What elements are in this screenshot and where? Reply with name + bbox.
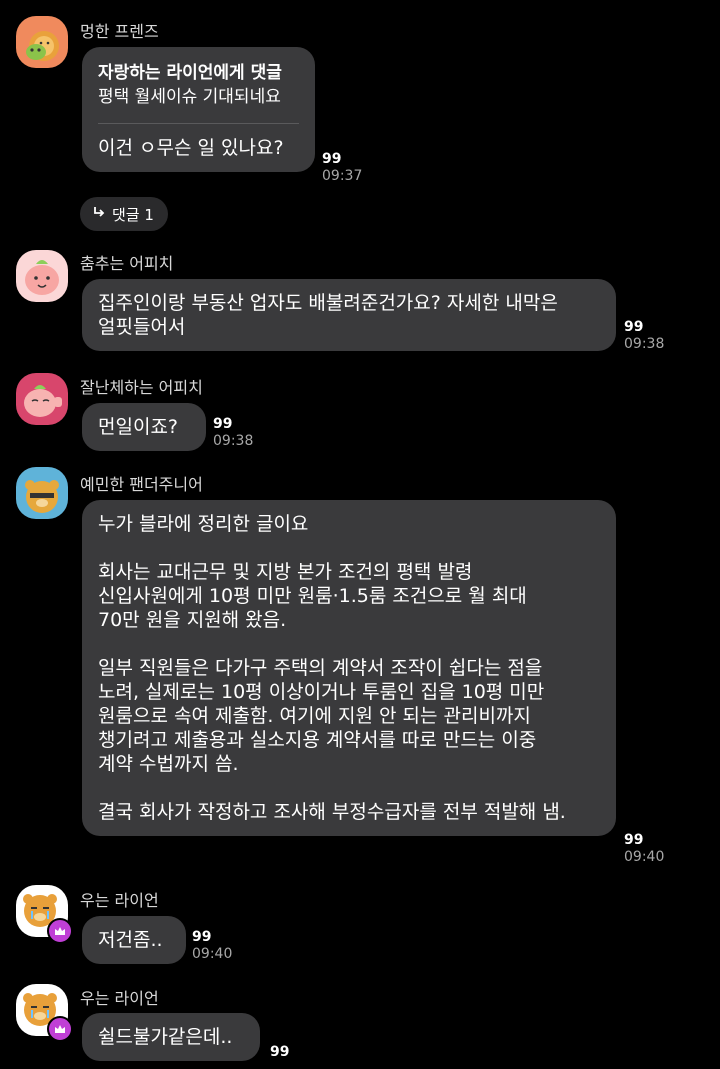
reply-divider bbox=[98, 123, 299, 124]
profile-avatar[interactable] bbox=[16, 16, 68, 68]
lion-muji-avatar-icon bbox=[16, 16, 68, 68]
sender-name: 우는 라이언 bbox=[80, 891, 159, 910]
apeach-avatar-icon bbox=[16, 250, 68, 302]
message-line: 일부 직원들은 다가구 주택의 계약서 조작이 쉽다는 점을 bbox=[98, 657, 543, 679]
message-line: 집주인이랑 부동산 업자도 배불려준건가요? 자세한 내막은 bbox=[98, 292, 558, 314]
message-meta: 99 09:37 bbox=[322, 151, 362, 185]
unread-count: 99 bbox=[192, 929, 212, 945]
message-meta: 99 09:38 bbox=[213, 416, 253, 450]
reply-arrow-icon bbox=[92, 205, 106, 223]
message-meta: 99 09:38 bbox=[624, 319, 664, 353]
reply-quote: 평택 월세이슈 기대되네요 bbox=[98, 87, 281, 107]
message-line: 먼일이죠? bbox=[98, 416, 179, 438]
message-meta: 99 09:40 bbox=[624, 832, 664, 866]
message-time: 09:40 bbox=[624, 849, 665, 865]
message-bubble[interactable]: 집주인이랑 부동산 업자도 배불려준건가요? 자세한 내막은 얼핏들어서 bbox=[82, 279, 616, 351]
message-meta: 99 bbox=[270, 1044, 289, 1061]
message-line: 70만 원을 지원해 왔음. bbox=[98, 609, 287, 631]
message-line: 얼핏들어서 bbox=[98, 316, 186, 338]
unread-count: 99 bbox=[213, 416, 233, 432]
message-line: 챙기려고 제출용과 실소지용 계약서를 따로 만드는 이중 bbox=[98, 729, 537, 751]
unread-count: 99 bbox=[322, 151, 342, 167]
message-bubble[interactable]: 자랑하는 라이언에게 댓글 평택 월세이슈 기대되네요 이건 ㅇ무슨 일 있나요… bbox=[82, 47, 315, 172]
message-line: 결국 회사가 작정하고 조사해 부정수급자를 전부 적발해 냄. bbox=[98, 801, 566, 823]
message-bubble[interactable]: 누가 블라에 정리한 글이요 회사는 교대근무 및 지방 본가 조건의 평택 발… bbox=[82, 500, 616, 836]
apeach-smug-avatar-icon bbox=[16, 373, 68, 425]
thread-reply-button[interactable]: 댓글 1 bbox=[80, 197, 168, 231]
sender-name: 우는 라이언 bbox=[80, 989, 159, 1008]
message-line: 계약 수법까지 씀. bbox=[98, 753, 239, 775]
sender-name: 잘난체하는 어피치 bbox=[80, 378, 203, 397]
profile-avatar[interactable] bbox=[16, 467, 68, 519]
message-line: 노려, 실제로는 10평 이상이거나 투룸인 집을 10평 미만 bbox=[98, 681, 545, 703]
message-line: 회사는 교대근무 및 지방 본가 조건의 평택 발령 bbox=[98, 561, 473, 583]
crown-badge-icon bbox=[47, 918, 73, 944]
message-line: 신입사원에게 10평 미만 원룸·1.5룸 조건으로 월 최대 bbox=[98, 585, 527, 607]
message-time: 09:40 bbox=[192, 946, 233, 962]
sender-name: 예민한 팬더주니어 bbox=[80, 475, 203, 494]
message-meta: 99 09:40 bbox=[192, 929, 232, 963]
message-bubble[interactable]: 저건좀.. bbox=[82, 916, 186, 964]
message-text: 이건 ㅇ무슨 일 있나요? bbox=[98, 137, 284, 159]
unread-count: 99 bbox=[624, 319, 644, 335]
sender-name: 멍한 프렌즈 bbox=[80, 22, 159, 41]
message-line: 쉴드불가같은데.. bbox=[98, 1026, 233, 1048]
profile-avatar[interactable] bbox=[16, 373, 68, 425]
message-bubble[interactable]: 쉴드불가같은데.. bbox=[82, 1013, 260, 1061]
sender-name: 춤추는 어피치 bbox=[80, 254, 174, 273]
unread-count: 99 bbox=[624, 832, 644, 848]
message-time: 09:37 bbox=[322, 168, 363, 184]
message-line: 저건좀.. bbox=[98, 929, 163, 951]
message-time: 09:38 bbox=[624, 336, 665, 352]
message-line: 누가 블라에 정리한 글이요 bbox=[98, 513, 309, 535]
message-bubble[interactable]: 먼일이죠? bbox=[82, 403, 206, 451]
profile-avatar[interactable] bbox=[16, 250, 68, 302]
panda-jr-avatar-icon bbox=[16, 467, 68, 519]
thread-count-label: 댓글 1 bbox=[112, 205, 154, 224]
message-line: 원룸으로 속여 제출함. 여기에 지원 안 되는 관리비까지 bbox=[98, 705, 531, 727]
message-time: 09:38 bbox=[213, 433, 254, 449]
reply-title: 자랑하는 라이언에게 댓글 bbox=[98, 63, 282, 83]
unread-count: 99 bbox=[270, 1044, 290, 1060]
crown-badge-icon bbox=[47, 1016, 73, 1042]
